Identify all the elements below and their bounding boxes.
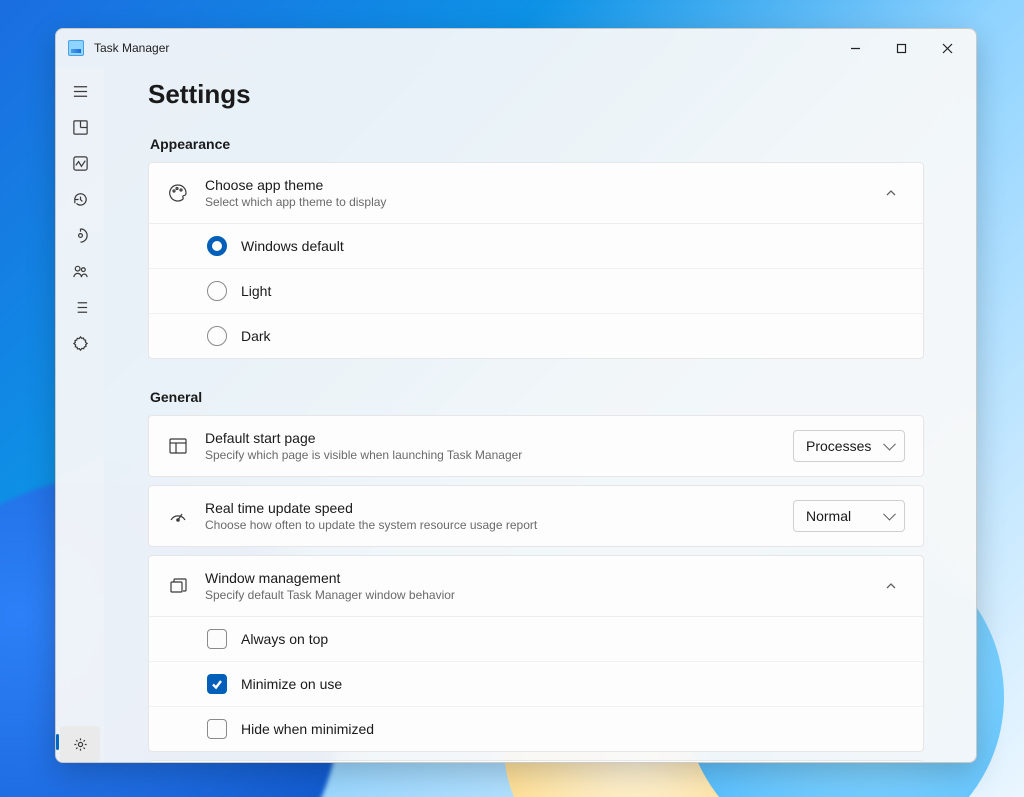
nav-performance[interactable]: [60, 145, 100, 181]
settings-scroll[interactable]: Settings Appearance Choose app theme Sel…: [104, 67, 968, 762]
theme-option-light[interactable]: Light: [149, 268, 923, 313]
card-app-theme-header[interactable]: Choose app theme Select which app theme …: [149, 163, 923, 223]
nav-rail: [56, 67, 104, 762]
card-other-options-header[interactable]: Other options: [149, 761, 923, 762]
maximize-button[interactable]: [878, 29, 924, 67]
checkbox-checked-icon: [207, 674, 227, 694]
option-always-on-top[interactable]: Always on top: [149, 617, 923, 661]
card-app-theme: Choose app theme Select which app theme …: [148, 162, 924, 359]
card-window-mgmt-header[interactable]: Window management Specify default Task M…: [149, 556, 923, 616]
start-page-combo[interactable]: Processes: [793, 430, 905, 462]
nav-startup[interactable]: [60, 217, 100, 253]
layout-icon: [167, 435, 189, 457]
title-bar[interactable]: Task Manager: [56, 29, 976, 67]
option-minimize-on-use[interactable]: Minimize on use: [149, 661, 923, 706]
card-app-theme-title: Choose app theme: [205, 177, 861, 193]
theme-option-dark[interactable]: Dark: [149, 313, 923, 358]
card-window-mgmt-sub: Specify default Task Manager window beha…: [205, 588, 861, 602]
card-window-mgmt-title: Window management: [205, 570, 861, 586]
nav-selection-indicator: [56, 734, 59, 750]
page-title: Settings: [148, 79, 924, 110]
nav-users[interactable]: [60, 253, 100, 289]
card-other-options: Other options: [148, 760, 924, 762]
window-title: Task Manager: [94, 41, 169, 55]
nav-app-history[interactable]: [60, 181, 100, 217]
card-start-page-title: Default start page: [205, 430, 777, 446]
radio-icon: [207, 326, 227, 346]
card-window-mgmt: Window management Specify default Task M…: [148, 555, 924, 752]
minimize-button[interactable]: [832, 29, 878, 67]
section-general-label: General: [150, 389, 924, 405]
radio-checked-icon: [207, 236, 227, 256]
chevron-up-icon: [877, 187, 905, 199]
card-update-speed-header[interactable]: Real time update speed Choose how often …: [149, 486, 923, 546]
palette-icon: [167, 182, 189, 204]
speedometer-icon: [167, 505, 189, 527]
nav-settings[interactable]: [60, 726, 100, 762]
update-speed-combo[interactable]: Normal: [793, 500, 905, 532]
option-hide-when-minimized[interactable]: Hide when minimized: [149, 706, 923, 751]
app-icon: [68, 40, 84, 56]
close-button[interactable]: [924, 29, 970, 67]
task-manager-window: Task Manager Settings Appearance: [55, 28, 977, 763]
nav-processes[interactable]: [60, 109, 100, 145]
checkbox-icon: [207, 629, 227, 649]
section-appearance-label: Appearance: [150, 136, 924, 152]
theme-option-default[interactable]: Windows default: [149, 224, 923, 268]
card-update-speed-title: Real time update speed: [205, 500, 777, 516]
chevron-up-icon: [877, 580, 905, 592]
card-start-page-sub: Specify which page is visible when launc…: [205, 448, 777, 462]
hamburger-button[interactable]: [60, 73, 100, 109]
windows-icon: [167, 575, 189, 597]
card-update-speed-sub: Choose how often to update the system re…: [205, 518, 777, 532]
card-update-speed: Real time update speed Choose how often …: [148, 485, 924, 547]
radio-icon: [207, 281, 227, 301]
nav-services[interactable]: [60, 325, 100, 361]
card-start-page: Default start page Specify which page is…: [148, 415, 924, 477]
card-app-theme-sub: Select which app theme to display: [205, 195, 861, 209]
nav-details[interactable]: [60, 289, 100, 325]
checkbox-icon: [207, 719, 227, 739]
card-start-page-header[interactable]: Default start page Specify which page is…: [149, 416, 923, 476]
